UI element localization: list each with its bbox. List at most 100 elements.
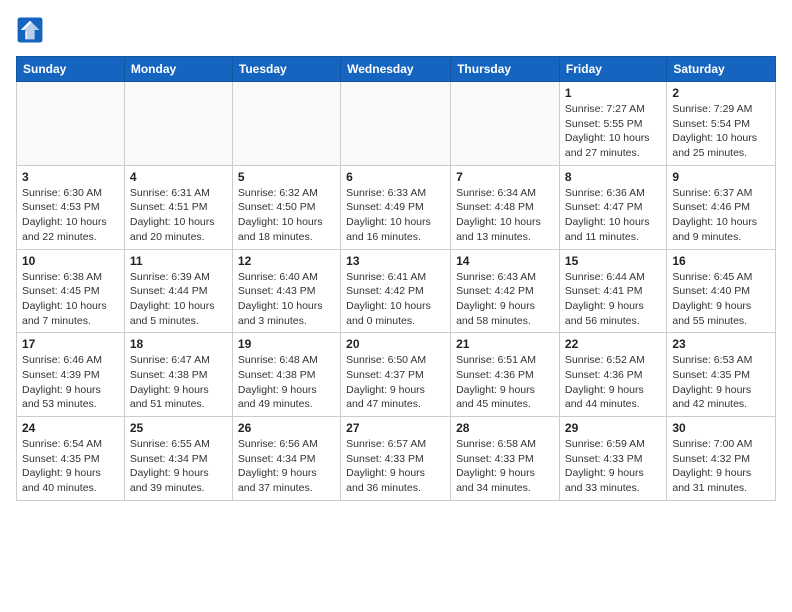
day-info: Daylight: 10 hours and 5 minutes. [130, 299, 227, 328]
day-number: 7 [456, 170, 554, 184]
day-info: Sunset: 4:47 PM [565, 200, 661, 215]
day-info: Sunset: 4:33 PM [565, 452, 661, 467]
day-number: 3 [22, 170, 119, 184]
day-info: Sunrise: 6:33 AM [346, 186, 445, 201]
day-info: Sunrise: 6:37 AM [672, 186, 770, 201]
day-info: Sunset: 4:42 PM [346, 284, 445, 299]
calendar-cell: 9Sunrise: 6:37 AMSunset: 4:46 PMDaylight… [667, 165, 776, 249]
calendar-header-row: SundayMondayTuesdayWednesdayThursdayFrid… [17, 57, 776, 82]
logo-icon [16, 16, 44, 44]
day-info: Sunrise: 6:34 AM [456, 186, 554, 201]
calendar-table: SundayMondayTuesdayWednesdayThursdayFrid… [16, 56, 776, 501]
day-info: Daylight: 9 hours and 51 minutes. [130, 383, 227, 412]
day-info: Sunset: 4:33 PM [346, 452, 445, 467]
day-info: Sunset: 4:44 PM [130, 284, 227, 299]
day-info: Daylight: 10 hours and 3 minutes. [238, 299, 335, 328]
day-info: Sunrise: 6:41 AM [346, 270, 445, 285]
day-info: Daylight: 9 hours and 45 minutes. [456, 383, 554, 412]
calendar-cell: 19Sunrise: 6:48 AMSunset: 4:38 PMDayligh… [232, 333, 340, 417]
day-info: Sunset: 4:48 PM [456, 200, 554, 215]
day-info: Daylight: 9 hours and 36 minutes. [346, 466, 445, 495]
day-info: Sunrise: 6:31 AM [130, 186, 227, 201]
day-info: Daylight: 10 hours and 25 minutes. [672, 131, 770, 160]
day-header-thursday: Thursday [451, 57, 560, 82]
day-info: Sunset: 4:39 PM [22, 368, 119, 383]
day-info: Sunset: 4:43 PM [238, 284, 335, 299]
calendar-week-row: 24Sunrise: 6:54 AMSunset: 4:35 PMDayligh… [17, 417, 776, 501]
day-info: Sunset: 4:35 PM [672, 368, 770, 383]
day-info: Sunrise: 6:55 AM [130, 437, 227, 452]
calendar-cell: 6Sunrise: 6:33 AMSunset: 4:49 PMDaylight… [341, 165, 451, 249]
day-info: Daylight: 10 hours and 7 minutes. [22, 299, 119, 328]
day-info: Daylight: 9 hours and 34 minutes. [456, 466, 554, 495]
calendar-cell [341, 82, 451, 166]
day-number: 18 [130, 337, 227, 351]
day-number: 30 [672, 421, 770, 435]
calendar-cell: 22Sunrise: 6:52 AMSunset: 4:36 PMDayligh… [559, 333, 666, 417]
day-info: Sunrise: 6:43 AM [456, 270, 554, 285]
day-number: 2 [672, 86, 770, 100]
day-info: Sunset: 4:51 PM [130, 200, 227, 215]
day-number: 1 [565, 86, 661, 100]
day-number: 6 [346, 170, 445, 184]
day-number: 9 [672, 170, 770, 184]
calendar-cell: 25Sunrise: 6:55 AMSunset: 4:34 PMDayligh… [124, 417, 232, 501]
calendar-cell: 29Sunrise: 6:59 AMSunset: 4:33 PMDayligh… [559, 417, 666, 501]
day-header-wednesday: Wednesday [341, 57, 451, 82]
calendar-cell: 8Sunrise: 6:36 AMSunset: 4:47 PMDaylight… [559, 165, 666, 249]
calendar-cell: 1Sunrise: 7:27 AMSunset: 5:55 PMDaylight… [559, 82, 666, 166]
day-info: Sunrise: 6:53 AM [672, 353, 770, 368]
day-header-tuesday: Tuesday [232, 57, 340, 82]
day-info: Sunset: 4:45 PM [22, 284, 119, 299]
day-info: Sunset: 4:42 PM [456, 284, 554, 299]
day-info: Sunrise: 6:32 AM [238, 186, 335, 201]
calendar-cell: 17Sunrise: 6:46 AMSunset: 4:39 PMDayligh… [17, 333, 125, 417]
day-number: 23 [672, 337, 770, 351]
calendar-cell: 21Sunrise: 6:51 AMSunset: 4:36 PMDayligh… [451, 333, 560, 417]
day-info: Sunrise: 7:29 AM [672, 102, 770, 117]
day-info: Sunrise: 6:50 AM [346, 353, 445, 368]
calendar-cell [17, 82, 125, 166]
calendar-cell: 24Sunrise: 6:54 AMSunset: 4:35 PMDayligh… [17, 417, 125, 501]
day-info: Daylight: 9 hours and 37 minutes. [238, 466, 335, 495]
calendar-cell: 3Sunrise: 6:30 AMSunset: 4:53 PMDaylight… [17, 165, 125, 249]
calendar-week-row: 10Sunrise: 6:38 AMSunset: 4:45 PMDayligh… [17, 249, 776, 333]
day-info: Sunrise: 6:48 AM [238, 353, 335, 368]
day-info: Daylight: 10 hours and 0 minutes. [346, 299, 445, 328]
day-info: Daylight: 9 hours and 42 minutes. [672, 383, 770, 412]
calendar-week-row: 3Sunrise: 6:30 AMSunset: 4:53 PMDaylight… [17, 165, 776, 249]
day-info: Sunrise: 6:44 AM [565, 270, 661, 285]
day-info: Sunrise: 6:36 AM [565, 186, 661, 201]
logo [16, 16, 48, 44]
day-info: Daylight: 9 hours and 56 minutes. [565, 299, 661, 328]
calendar-cell: 11Sunrise: 6:39 AMSunset: 4:44 PMDayligh… [124, 249, 232, 333]
day-info: Daylight: 10 hours and 13 minutes. [456, 215, 554, 244]
day-info: Daylight: 9 hours and 44 minutes. [565, 383, 661, 412]
calendar-cell [124, 82, 232, 166]
day-header-sunday: Sunday [17, 57, 125, 82]
day-info: Sunrise: 6:58 AM [456, 437, 554, 452]
day-info: Sunset: 4:32 PM [672, 452, 770, 467]
day-number: 26 [238, 421, 335, 435]
day-info: Daylight: 10 hours and 27 minutes. [565, 131, 661, 160]
day-number: 25 [130, 421, 227, 435]
day-info: Sunset: 4:40 PM [672, 284, 770, 299]
day-number: 10 [22, 254, 119, 268]
day-info: Sunset: 4:41 PM [565, 284, 661, 299]
day-info: Sunrise: 6:47 AM [130, 353, 227, 368]
day-info: Daylight: 9 hours and 31 minutes. [672, 466, 770, 495]
calendar-cell [232, 82, 340, 166]
day-info: Daylight: 9 hours and 33 minutes. [565, 466, 661, 495]
day-info: Sunrise: 6:45 AM [672, 270, 770, 285]
calendar-cell: 4Sunrise: 6:31 AMSunset: 4:51 PMDaylight… [124, 165, 232, 249]
day-info: Sunset: 4:49 PM [346, 200, 445, 215]
day-number: 27 [346, 421, 445, 435]
day-number: 21 [456, 337, 554, 351]
day-info: Sunset: 4:33 PM [456, 452, 554, 467]
page-header [16, 16, 776, 44]
day-info: Daylight: 10 hours and 18 minutes. [238, 215, 335, 244]
day-header-monday: Monday [124, 57, 232, 82]
day-info: Daylight: 10 hours and 11 minutes. [565, 215, 661, 244]
day-info: Sunrise: 7:00 AM [672, 437, 770, 452]
day-info: Sunrise: 6:38 AM [22, 270, 119, 285]
